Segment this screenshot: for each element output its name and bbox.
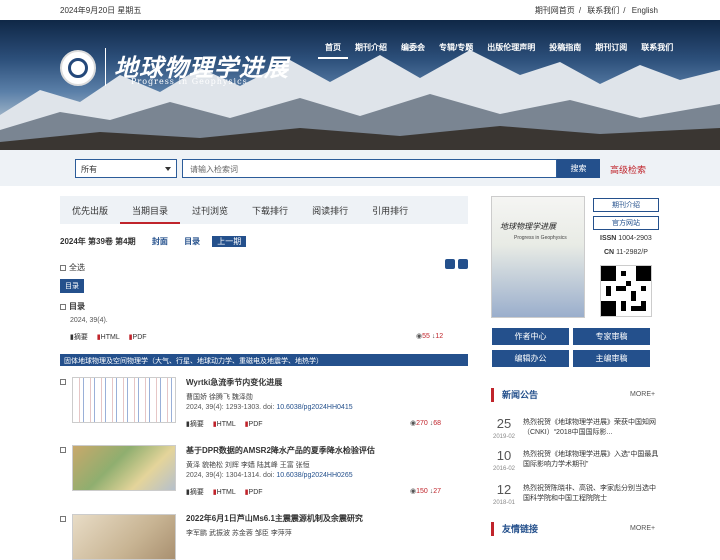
article-thumbnail[interactable]	[72, 445, 176, 491]
cover-link[interactable]: 封面	[152, 237, 168, 246]
citation-icon[interactable]	[458, 259, 468, 269]
article-checkbox[interactable]	[60, 379, 66, 385]
current-date: 2024年9月20日 星期五	[60, 6, 142, 15]
article-cite: 2024, 39(4): 1304-1314. doi: 10.6038/pg2…	[186, 472, 353, 479]
main-nav: 首页 期刊介绍 编委会 专辑/专题 出版伦理声明 投稿指南 期刊订阅 联系我们	[318, 42, 680, 59]
official-site-button[interactable]: 官方网站	[593, 216, 659, 230]
journal-intro-button[interactable]: 期刊介绍	[593, 198, 659, 212]
editor-office-button[interactable]: 编辑办公	[492, 350, 569, 367]
article-actions: ▮摘要 ▮HTML ▮PDF	[186, 487, 270, 497]
doi-link[interactable]: 10.6038/pg2024HH0415	[276, 404, 352, 411]
brand-title-en: Progress in Geophysics	[131, 77, 248, 86]
logo-divider	[105, 48, 106, 86]
news-item[interactable]: 25 2019-02 热烈祝贺《地球物理学进展》荣获中国知网（CNKI）“2018中…	[491, 416, 659, 446]
article-actions: ▮摘要 ▮HTML ▮PDF	[186, 419, 270, 429]
tab-current-issue[interactable]: 当期目录	[120, 196, 181, 224]
top-bar: 2024年9月20日 星期五 期刊网首页 / 联系我们 / English	[0, 0, 720, 20]
mountain-backdrop	[0, 50, 720, 150]
select-all[interactable]: 全选	[60, 262, 85, 273]
article-thumbnail[interactable]	[72, 377, 176, 423]
nav-special-issues[interactable]: 专辑/专题	[432, 42, 480, 59]
previous-issue-button[interactable]: 上一期	[212, 236, 247, 247]
section-header: 固体地球物理及空间物理学（大气、行星、地球动力学、重磁电及地震学、地热学）	[60, 354, 468, 366]
pdf-link[interactable]: ▮PDF	[129, 334, 147, 341]
tab-online-first[interactable]: 优先出版	[60, 196, 120, 224]
advanced-search-link[interactable]: 高级检索	[610, 163, 646, 176]
search-field-select[interactable]: 所有	[75, 159, 177, 178]
article-tabs: 优先出版 当期目录 过刊浏览 下载排行 阅读排行 引用排行	[60, 196, 468, 224]
article-authors: 李军鹏 武振波 苏金蓉 邹臣 李萍萍	[186, 530, 292, 537]
article-authors: 黄泽 貌艳松 刘辉 李嫱 陆其峰 王富 张恒	[186, 462, 310, 469]
link-journal-home[interactable]: 期刊网首页	[535, 6, 575, 15]
toc-cite: 2024, 39(4).	[70, 317, 108, 324]
link-english[interactable]: English	[632, 6, 658, 15]
tab-read-rank[interactable]: 阅读排行	[300, 196, 360, 224]
doi-link[interactable]: 10.6038/pg2024HH0265	[276, 472, 352, 479]
nav-about[interactable]: 期刊介绍	[348, 42, 394, 59]
article-cite: 2024, 39(4): 1293-1303. doi: 10.6038/pg2…	[186, 404, 353, 411]
chief-editor-review-button[interactable]: 主编审稿	[573, 350, 650, 367]
globe-icon	[68, 58, 88, 78]
article-title[interactable]: Wyrtki急流季节内变化进展	[186, 377, 282, 388]
article-thumbnail[interactable]	[72, 514, 176, 560]
html-link[interactable]: ▮HTML	[97, 334, 120, 341]
article-title[interactable]: 基于DPR数据的AMSR2降水产品的夏季降水检验评估	[186, 445, 375, 456]
header-banner: 地球物理学进展 Progress in Geophysics 首页 期刊介绍 编…	[0, 20, 720, 150]
links-more-link[interactable]: MORE+	[630, 525, 655, 532]
nav-ethics[interactable]: 出版伦理声明	[480, 42, 542, 59]
toc-checkbox[interactable]	[60, 303, 66, 310]
cn-info: CN 11-2982/P	[604, 249, 648, 256]
journal-logo[interactable]	[60, 50, 96, 86]
pdf-link[interactable]: ▮PDF	[245, 421, 263, 428]
nav-contact[interactable]: 联系我们	[634, 42, 680, 59]
news-item[interactable]: 12 2018-01 热烈祝贺陈晓非、高锐、李家彪分别当选中国科学院和中国工程院院士	[491, 482, 659, 512]
qr-code	[600, 265, 652, 317]
author-center-button[interactable]: 作者中心	[492, 328, 569, 345]
toc-actions: ▮摘要 ▮HTML ▮PDF	[70, 332, 154, 342]
abstract-link[interactable]: ▮摘要	[186, 489, 204, 496]
tab-archive[interactable]: 过刊浏览	[180, 196, 240, 224]
nav-subscription[interactable]: 期刊订阅	[588, 42, 634, 59]
article-title[interactable]: 2022年6月1日芦山Ms6.1主震震源机制及余震研究	[186, 513, 363, 524]
toc-entry-title[interactable]: 目录	[60, 301, 85, 312]
tab-download-rank[interactable]: 下载排行	[240, 196, 300, 224]
search-bar: 所有 请输入检索词 搜索 高级检索	[0, 150, 720, 186]
issn-info: ISSN 1004-2903	[600, 235, 652, 242]
abstract-link[interactable]: ▮摘要	[70, 334, 88, 341]
search-button[interactable]: 搜索	[557, 159, 600, 178]
html-link[interactable]: ▮HTML	[213, 489, 236, 496]
toc-stats: ◉55 ↓12	[416, 333, 444, 340]
issue-label: 2024年 第39卷 第4期	[60, 237, 136, 246]
pdf-link[interactable]: ▮PDF	[245, 489, 263, 496]
chevron-down-icon	[165, 167, 171, 171]
tab-cite-rank[interactable]: 引用排行	[360, 196, 420, 224]
journal-cover[interactable]: 地球物理学进展 Progress in Geophysics	[491, 196, 585, 318]
export-icon[interactable]	[445, 259, 455, 269]
search-input[interactable]: 请输入检索词	[182, 159, 557, 178]
article-stats: ◉270 ↓68	[410, 420, 442, 427]
news-item[interactable]: 10 2016-02 热烈祝贺《地球物理学进展》入选“中国最具国际影响力学术期刊”	[491, 448, 659, 478]
html-link[interactable]: ▮HTML	[213, 421, 236, 428]
qr-code-icon	[601, 266, 651, 316]
top-links: 期刊网首页 / 联系我们 / English	[534, 6, 658, 15]
nav-submission-guide[interactable]: 投稿指南	[542, 42, 588, 59]
toc-link[interactable]: 目录	[184, 237, 200, 246]
abstract-link[interactable]: ▮摘要	[186, 421, 204, 428]
article-checkbox[interactable]	[60, 516, 66, 522]
article-stats: ◉150 ↓27	[410, 488, 442, 495]
expert-review-button[interactable]: 专家审稿	[573, 328, 650, 345]
news-more-link[interactable]: MORE+	[630, 391, 655, 398]
toc-section-label: 目录	[60, 279, 84, 293]
link-contact[interactable]: 联系我们	[587, 6, 619, 15]
nav-home[interactable]: 首页	[318, 42, 348, 59]
article-authors: 曹国娇 徐腾飞 魏泽勋	[186, 394, 253, 401]
cover-subtitle: Progress in Geophysics	[514, 235, 567, 241]
nav-editorial-board[interactable]: 编委会	[394, 42, 432, 59]
issue-info: 2024年 第39卷 第4期 封面 目录 上一期	[60, 236, 247, 247]
article-checkbox[interactable]	[60, 447, 66, 453]
cover-title: 地球物理学进展	[500, 222, 556, 231]
select-all-checkbox[interactable]	[60, 264, 66, 271]
